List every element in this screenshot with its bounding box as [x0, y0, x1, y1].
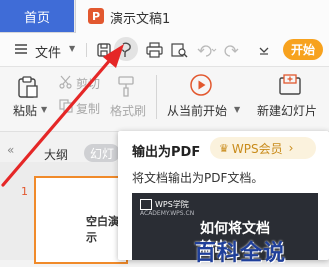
copy-icon	[59, 99, 73, 113]
tab-outline[interactable]: 大纲	[44, 146, 68, 163]
ribbon: 粘贴 ▼ 剪切 复制 格式刷 从当前开始 ▼ 新建幻灯片	[0, 67, 329, 132]
tab-home-label: 首页	[23, 10, 50, 26]
new-slide-button[interactable]: 新建幻灯片	[257, 102, 317, 119]
tab-document-label: 演示文稿1	[110, 12, 171, 27]
wps-academy-subtitle: ACADEMY.WPS.CN	[140, 210, 195, 217]
menu-icon[interactable]	[14, 42, 28, 56]
tab-home[interactable]: 首页	[0, 0, 74, 32]
undo-icon[interactable]	[196, 41, 218, 59]
paste-icon[interactable]	[16, 75, 40, 99]
wps-member-badge[interactable]: ♛ WPS会员 ›	[210, 137, 316, 159]
customize-toolbar-icon[interactable]	[255, 41, 273, 59]
start-tab-button[interactable]: 开始	[283, 39, 323, 60]
export-pdf-highlight	[114, 37, 138, 61]
chevron-down-icon[interactable]: ▼	[69, 44, 75, 53]
tab-document[interactable]: P 演示文稿1	[75, 0, 329, 33]
play-icon[interactable]	[189, 73, 213, 97]
chevron-down-icon[interactable]: ▼	[234, 105, 240, 114]
ribbon-divider	[156, 75, 157, 119]
wps-academy-logo: WPS学院	[140, 199, 189, 210]
print-preview-icon[interactable]	[170, 41, 188, 59]
paste-button[interactable]: 粘贴	[13, 102, 37, 119]
quick-toolbar: 文件 ▼ 开始	[0, 33, 329, 67]
redo-icon[interactable]	[223, 41, 241, 59]
crown-icon: ♛	[219, 141, 229, 155]
chevron-right-icon: ›	[288, 141, 294, 155]
collapse-panel-icon[interactable]: «	[7, 143, 14, 157]
scissors-icon	[59, 75, 72, 89]
copy-button[interactable]: 复制	[76, 100, 100, 117]
file-menu-button[interactable]: 文件	[35, 42, 61, 61]
chevron-down-icon[interactable]: ▼	[41, 105, 47, 114]
play-from-current-button[interactable]: 从当前开始	[167, 102, 227, 119]
cut-button[interactable]: 剪切	[76, 75, 100, 92]
new-slide-icon[interactable]	[278, 73, 302, 97]
toolbar-divider	[86, 43, 87, 57]
tooltip-description: 将文档输出为PDF文档。	[132, 171, 264, 185]
watermark-text: 百科全说	[194, 241, 287, 266]
slide-number: 1	[21, 185, 28, 198]
tab-slides[interactable]: 幻灯	[84, 144, 120, 162]
presentation-icon: P	[88, 8, 104, 24]
slide-thumbnail[interactable]: 空白演示	[34, 176, 128, 264]
format-painter-button[interactable]: 格式刷	[110, 102, 146, 119]
tooltip-title: 输出为PDF	[132, 145, 201, 160]
save-icon[interactable]	[95, 41, 113, 59]
wps-logo-icon	[140, 199, 152, 210]
format-painter-icon	[118, 76, 134, 97]
wps-member-label: WPS会员	[231, 141, 283, 156]
print-icon[interactable]	[145, 41, 163, 59]
